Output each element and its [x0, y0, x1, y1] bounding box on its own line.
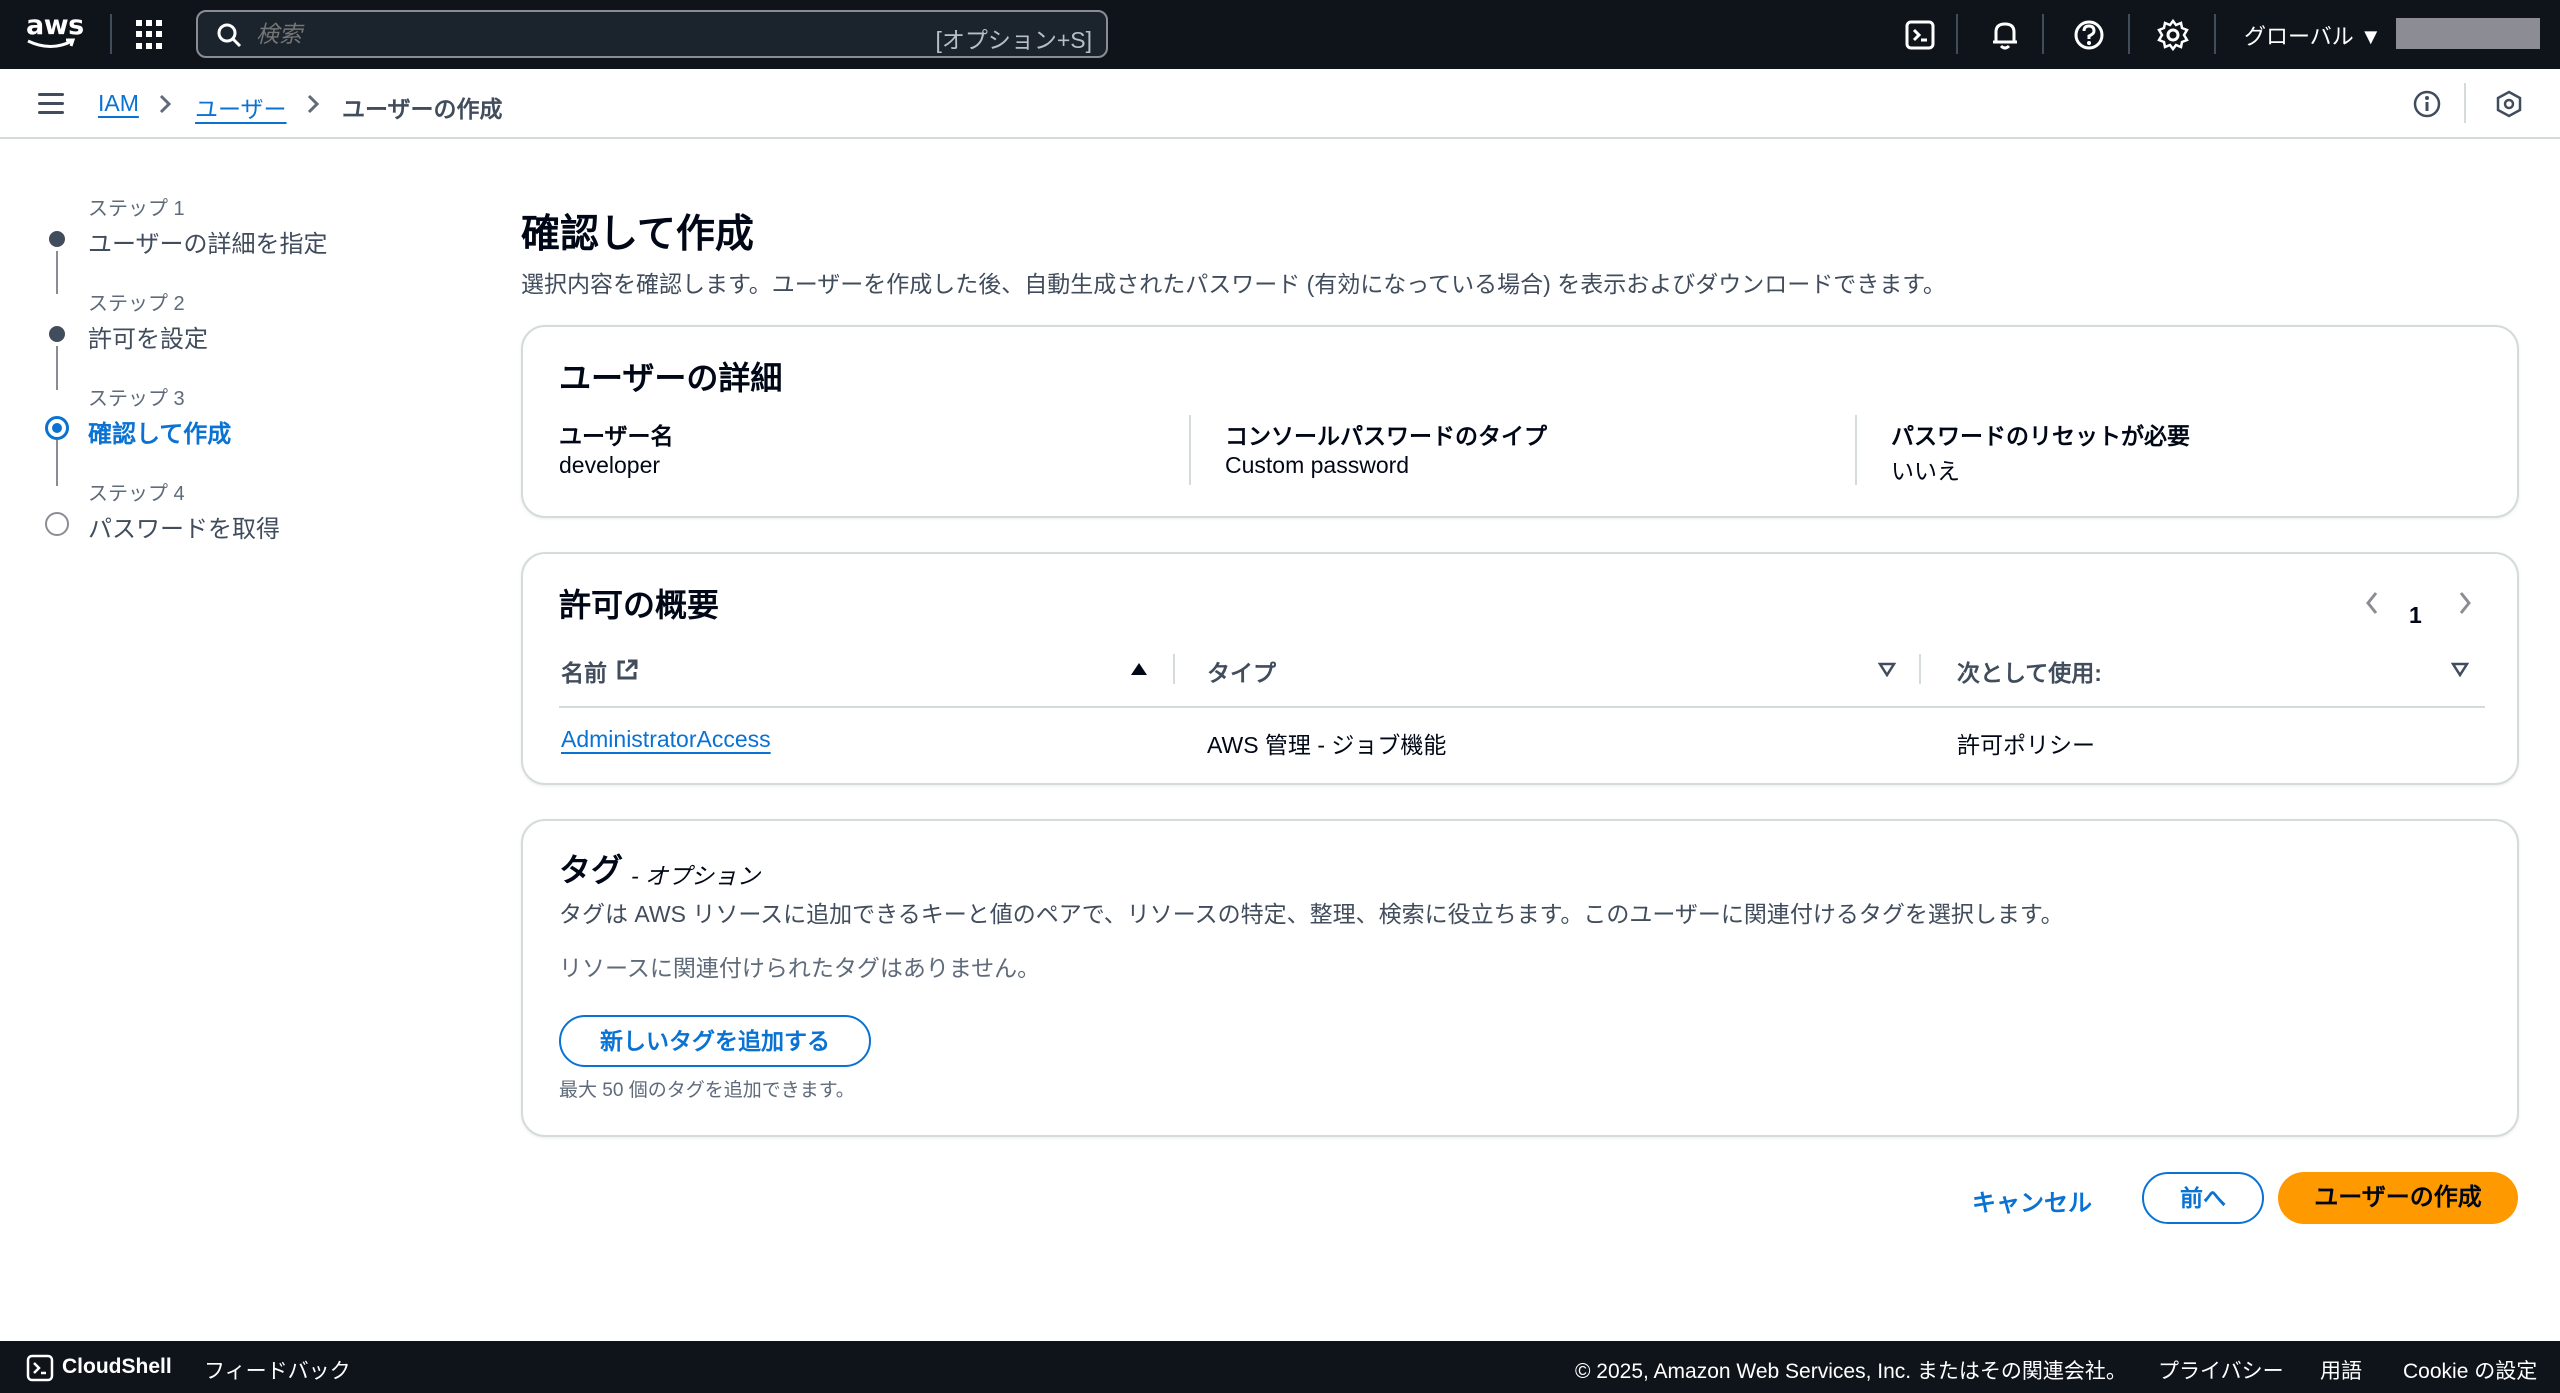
tags-empty-message: リソースに関連付けられたタグはありません。 — [559, 955, 1041, 981]
password-reset-label: パスワードのリセットが必要 — [1891, 423, 2190, 449]
help-icon[interactable] — [2072, 18, 2106, 52]
nav-divider — [2128, 14, 2130, 54]
breadcrumb-iam[interactable]: IAM — [98, 90, 139, 117]
bell-icon[interactable] — [1988, 18, 2022, 52]
footer-cloudshell-link[interactable]: CloudShell — [62, 1355, 172, 1379]
step-2-label: ステップ 2 — [88, 293, 185, 315]
policy-type: AWS 管理 - ジョブ機能 — [1207, 732, 1447, 758]
tags-heading: タグ — [559, 852, 624, 888]
footer-privacy-link[interactable]: プライバシー — [2158, 1355, 2284, 1385]
column-divider[interactable] — [1919, 654, 1921, 684]
tags-limit-hint: 最大 50 個のタグを追加できます。 — [559, 1080, 855, 1101]
services-grid-icon[interactable] — [136, 20, 166, 50]
policy-used-as: 許可ポリシー — [1957, 732, 2095, 758]
search-box[interactable]: [オプション+S] — [196, 10, 1108, 58]
column-header-name[interactable]: 名前 — [561, 654, 607, 688]
aws-smile-icon — [27, 38, 76, 48]
pager-next-icon[interactable] — [2457, 590, 2473, 616]
footer: CloudShell フィードバック © 2025, Amazon Web Se… — [0, 1341, 2560, 1393]
step-1-indicator — [45, 227, 69, 251]
step-3-label: ステップ 3 — [88, 388, 185, 410]
username-label: ユーザー名 — [559, 423, 674, 449]
pager-prev-icon[interactable] — [2364, 590, 2380, 616]
aws-logo-text: aws — [26, 10, 84, 41]
permissions-heading: 許可の概要 — [559, 587, 720, 623]
footer-cookie-link[interactable]: Cookie の設定 — [2403, 1355, 2537, 1385]
footer-copyright: © 2025, Amazon Web Services, Inc. またはその関… — [1575, 1360, 2127, 1383]
footer-terms-link[interactable]: 用語 — [2320, 1355, 2362, 1385]
column-divider — [1855, 415, 1857, 485]
region-selector[interactable]: グローバル ▼ — [2244, 19, 2382, 51]
divider — [2464, 83, 2466, 123]
page-description: 選択内容を確認します。ユーザーを作成した後、自動生成されたパスワード (有効にな… — [521, 271, 1946, 297]
permissions-summary-card: 許可の概要 1 名前 タイプ 次として使用: AdministratorAcce… — [521, 552, 2519, 785]
step-connector — [56, 440, 58, 486]
account-menu[interactable] — [2396, 18, 2540, 49]
step-4-title: パスワードを取得 — [88, 516, 280, 543]
step-2-title[interactable]: 許可を設定 — [88, 319, 208, 354]
chevron-right-icon — [307, 94, 320, 114]
cloudshell-icon[interactable] — [1904, 18, 1938, 52]
step-3-indicator — [45, 416, 69, 440]
username-value: developer — [559, 452, 661, 478]
sort-ascending-icon[interactable] — [1129, 661, 1149, 677]
aws-logo[interactable]: aws — [26, 12, 84, 56]
nav-divider — [2214, 14, 2216, 54]
external-link-icon — [617, 659, 638, 680]
cloudshell-icon — [26, 1354, 54, 1382]
step-2-indicator — [45, 322, 69, 346]
tags-optional-label: - オプション — [631, 863, 761, 889]
password-type-value: Custom password — [1225, 452, 1410, 478]
user-details-heading: ユーザーの詳細 — [559, 360, 783, 396]
menu-icon[interactable] — [38, 93, 64, 115]
sort-icon[interactable] — [1877, 661, 1897, 677]
password-type-label: コンソールパスワードのタイプ — [1225, 423, 1547, 449]
add-tag-button[interactable]: 新しいタグを追加する — [559, 1015, 871, 1067]
breadcrumb-users[interactable]: ユーザー — [195, 90, 287, 124]
step-4-indicator — [45, 512, 69, 536]
nav-divider — [1956, 14, 1958, 54]
table-header-divider — [559, 706, 2485, 708]
column-divider[interactable] — [1173, 654, 1175, 684]
cancel-button[interactable]: キャンセル — [1972, 1183, 2092, 1218]
step-1-title[interactable]: ユーザーの詳細を指定 — [88, 224, 328, 259]
create-user-button[interactable]: ユーザーの作成 — [2278, 1172, 2518, 1224]
sort-icon[interactable] — [2450, 661, 2470, 677]
chevron-right-icon — [159, 94, 172, 114]
step-1-label: ステップ 1 — [88, 198, 185, 220]
pager-current-page[interactable]: 1 — [2409, 602, 2422, 629]
column-header-used-as[interactable]: 次として使用: — [1957, 654, 2102, 688]
step-connector — [56, 344, 58, 390]
search-shortcut: [オプション+S] — [935, 27, 1092, 53]
previous-button[interactable]: 前へ — [2142, 1172, 2264, 1224]
info-icon[interactable] — [2412, 89, 2442, 119]
top-navigation: aws [オプション+S] グローバル ▼ — [0, 0, 2560, 69]
settings-hex-icon[interactable] — [2494, 89, 2524, 119]
nav-divider — [2042, 14, 2044, 54]
step-4-label: ステップ 4 — [88, 483, 185, 505]
search-input[interactable] — [256, 18, 856, 50]
step-connector — [56, 248, 58, 294]
breadcrumb-current: ユーザーの作成 — [342, 96, 503, 122]
page-title: 確認して作成 — [521, 213, 754, 256]
nav-divider — [110, 14, 112, 54]
step-3-title: 確認して作成 — [88, 421, 232, 448]
column-header-type[interactable]: タイプ — [1207, 654, 1276, 688]
settings-icon[interactable] — [2156, 18, 2190, 52]
tags-description: タグは AWS リソースに追加できるキーと値のペアで、リソースの特定、整理、検索… — [559, 901, 2064, 927]
footer-feedback-link[interactable]: フィードバック — [204, 1355, 351, 1385]
column-divider — [1189, 415, 1191, 485]
password-reset-value: いいえ — [1891, 458, 1960, 484]
tags-card: タグ - オプション タグは AWS リソースに追加できるキーと値のペアで、リソ… — [521, 819, 2519, 1137]
policy-name-link[interactable]: AdministratorAccess — [561, 726, 771, 753]
search-icon — [217, 23, 242, 48]
breadcrumb-bar: IAM ユーザー ユーザーの作成 — [0, 69, 2560, 139]
user-details-card: ユーザーの詳細 ユーザー名 developer コンソールパスワードのタイプ C… — [521, 325, 2519, 518]
